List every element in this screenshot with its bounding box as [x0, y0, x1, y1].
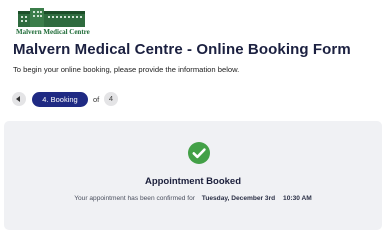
pager-of-label: of [93, 95, 100, 104]
page-subtitle: To begin your online booking, please pro… [13, 65, 240, 74]
current-step-badge[interactable]: 4. Booking [32, 92, 88, 107]
appointment-date: Tuesday, December 3rd [201, 195, 276, 202]
building-logo-icon [16, 8, 87, 28]
logo-text: Malvern Medical Centre [16, 28, 90, 36]
previous-step-button[interactable] [12, 92, 26, 106]
appointment-time: 10:30 AM [283, 195, 312, 202]
total-steps-badge: 4 [104, 92, 118, 106]
check-circle-icon [188, 142, 210, 164]
clinic-logo: Malvern Medical Centre [16, 8, 90, 37]
confirmation-card: Appointment Booked Your appointment has … [4, 121, 382, 230]
confirmation-message: Your appointment has been confirmed for … [4, 195, 382, 202]
confirmation-heading: Appointment Booked [144, 176, 242, 187]
page-title: Malvern Medical Centre - Online Booking … [13, 41, 351, 58]
confirmation-text: Your appointment has been confirmed for [74, 195, 195, 202]
